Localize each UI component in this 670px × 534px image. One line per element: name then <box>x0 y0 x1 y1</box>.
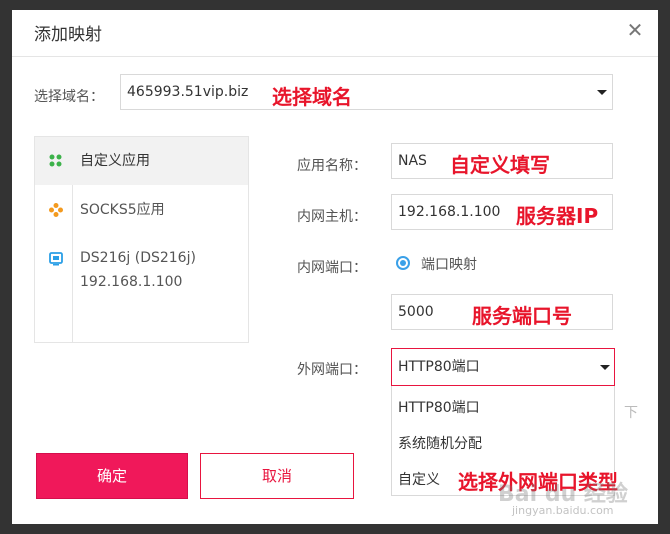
port-mapping-radio-label: 端口映射 <box>421 257 477 273</box>
chevron-down-icon <box>600 365 610 370</box>
ghost-text: 下 <box>624 405 638 421</box>
add-mapping-dialog: 添加映射 ✕ 选择域名： 465993.51vip.biz 选择域名 自定义应用 <box>12 10 658 524</box>
app-label-custom: 自定义应用 <box>80 153 150 169</box>
app-name-label: 应用名称： <box>297 158 367 174</box>
host-value: 192.168.1.100 <box>398 204 501 220</box>
domain-annotation: 选择域名 <box>272 85 352 109</box>
app-item-custom[interactable]: 自定义应用 <box>35 137 248 185</box>
dropdown-option-random[interactable]: 系统随机分配 <box>398 433 482 453</box>
app-list: 自定义应用 SOCKS5应用 DS216j (DS216j) 192.168.1… <box>34 136 249 343</box>
dropdown-option-custom[interactable]: 自定义 <box>398 469 440 489</box>
ext-port-select[interactable]: HTTP80端口 <box>391 348 615 386</box>
confirm-button[interactable]: 确定 <box>36 453 188 499</box>
domain-label: 选择域名： <box>34 89 104 105</box>
chevron-down-icon <box>597 90 607 95</box>
app-item-ds216j[interactable]: DS216j (DS216j) 192.168.1.100 <box>35 235 248 295</box>
domain-select[interactable]: 465993.51vip.biz <box>120 74 613 110</box>
app-label-ds216j: DS216j (DS216j) <box>80 250 196 266</box>
port-annotation: 服务端口号 <box>472 304 572 328</box>
dialog-title: 添加映射 <box>34 25 102 45</box>
domain-value: 465993.51vip.biz <box>127 84 249 100</box>
ext-port-value: HTTP80端口 <box>398 359 480 375</box>
watermark-url: jingyan.baidu.com <box>512 504 614 517</box>
cancel-button[interactable]: 取消 <box>200 453 354 499</box>
app-sublabel-ds216j: 192.168.1.100 <box>80 274 183 290</box>
socks5-icon <box>49 203 63 217</box>
port-mapping-radio[interactable] <box>396 256 410 270</box>
port-label: 内网端口： <box>297 260 367 276</box>
port-value: 5000 <box>398 304 434 320</box>
dropdown-option-http80[interactable]: HTTP80端口 <box>398 397 480 417</box>
nas-device-icon <box>49 252 63 266</box>
app-item-socks5[interactable]: SOCKS5应用 <box>35 185 248 235</box>
app-name-annotation: 自定义填写 <box>450 153 550 177</box>
ext-port-label: 外网端口： <box>297 362 367 378</box>
close-icon[interactable]: ✕ <box>625 20 645 40</box>
custom-app-icon <box>49 154 62 167</box>
app-label-socks5: SOCKS5应用 <box>80 202 165 218</box>
host-annotation: 服务器IP <box>516 204 599 228</box>
host-label: 内网主机： <box>297 209 367 225</box>
app-name-value: NAS <box>398 153 427 169</box>
title-divider <box>12 56 658 57</box>
